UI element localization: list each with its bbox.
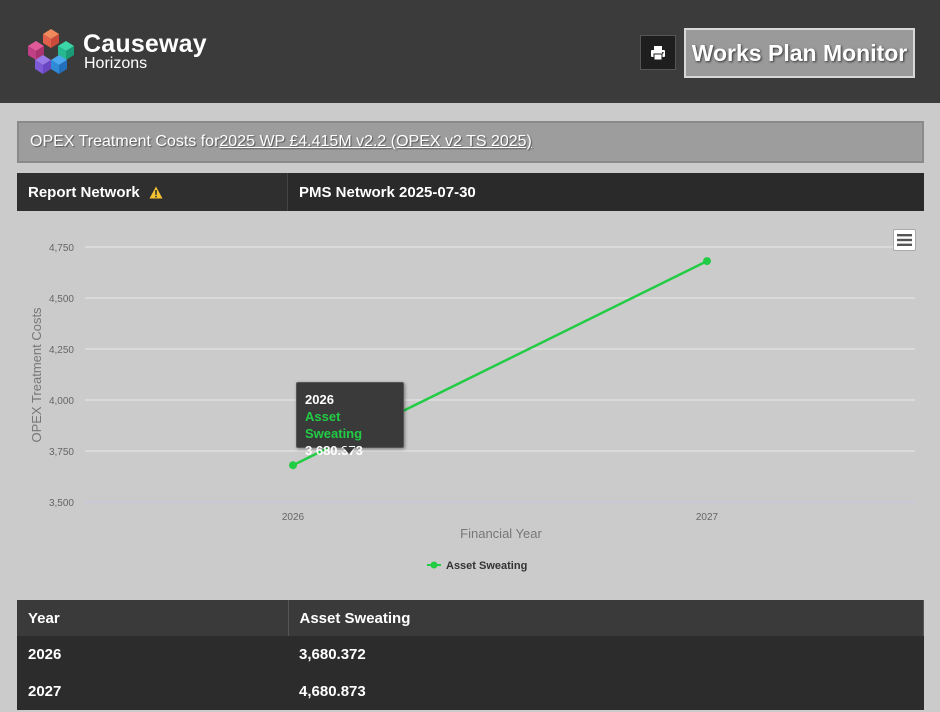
- y-tick-label: 4,750: [49, 243, 74, 254]
- tooltip-year: 2026: [305, 392, 334, 407]
- y-tick-label: 3,750: [49, 447, 74, 458]
- table-row: 2027 4,680.873: [17, 673, 924, 710]
- table-header-asset-sweating: Asset Sweating: [288, 600, 924, 636]
- table-cell-value: 3,680.372: [288, 636, 924, 673]
- work-plan-link[interactable]: 2025 WP £4.415M v2.2 (OPEX v2 TS 2025): [219, 133, 531, 151]
- table-cell-value: 4,680.873: [288, 673, 924, 710]
- opex-line-chart: 3,500 3,750 4,000 4,250 4,500 4,750 2026 2027 Fi…: [29, 243, 915, 572]
- tooltip-series: Asset Sweating: [305, 409, 363, 441]
- tooltip-arrow: [343, 447, 355, 454]
- y-tick-label: 4,500: [49, 294, 74, 305]
- hamburger-menu-icon: [897, 234, 912, 246]
- chart-tooltip: 2026 Asset Sweating 3 680.373: [296, 382, 404, 458]
- data-point: [289, 461, 297, 470]
- table-row: 2026 3,680.372: [17, 636, 924, 673]
- app-title-button[interactable]: Works Plan Monitor: [684, 28, 915, 78]
- report-network-label: Report Network: [17, 173, 288, 211]
- brand-subtitle: Horizons: [84, 55, 148, 72]
- causeway-logo-icon: [28, 29, 74, 74]
- y-tick-label: 4,000: [49, 396, 74, 407]
- table-cell-year: 2026: [17, 636, 288, 673]
- y-tick-label: 3,500: [49, 498, 74, 509]
- report-network-value: PMS Network 2025-07-30: [299, 183, 476, 201]
- report-network-row: Report Network PMS Network 2025-07-30: [17, 173, 924, 211]
- print-button[interactable]: [640, 35, 676, 70]
- report-title: OPEX Treatment Costs for 2025 WP £4.415M…: [17, 121, 924, 163]
- data-table: Year Asset Sweating 2026 3,680.372 2027 …: [17, 600, 924, 710]
- x-tick-label: 2026: [282, 512, 305, 523]
- legend-marker: [430, 561, 438, 569]
- table-header-year: Year: [17, 600, 289, 636]
- x-tick-label: 2027: [696, 512, 719, 523]
- y-axis-label: OPEX Treatment Costs: [29, 307, 44, 443]
- top-header: Causeway Horizons Works Plan Monitor: [0, 0, 940, 103]
- report-title-prefix: OPEX Treatment Costs for: [30, 133, 220, 150]
- warning-icon[interactable]: [149, 186, 163, 199]
- data-point: [703, 257, 711, 266]
- table-cell-year: 2027: [17, 673, 288, 710]
- table-header-row: Year Asset Sweating: [17, 600, 924, 636]
- legend-label: Asset Sweating: [446, 560, 527, 572]
- chart-menu-button[interactable]: [893, 229, 916, 251]
- y-tick-label: 4,250: [49, 345, 74, 356]
- printer-icon: [651, 45, 665, 60]
- x-axis-label: Financial Year: [460, 526, 542, 541]
